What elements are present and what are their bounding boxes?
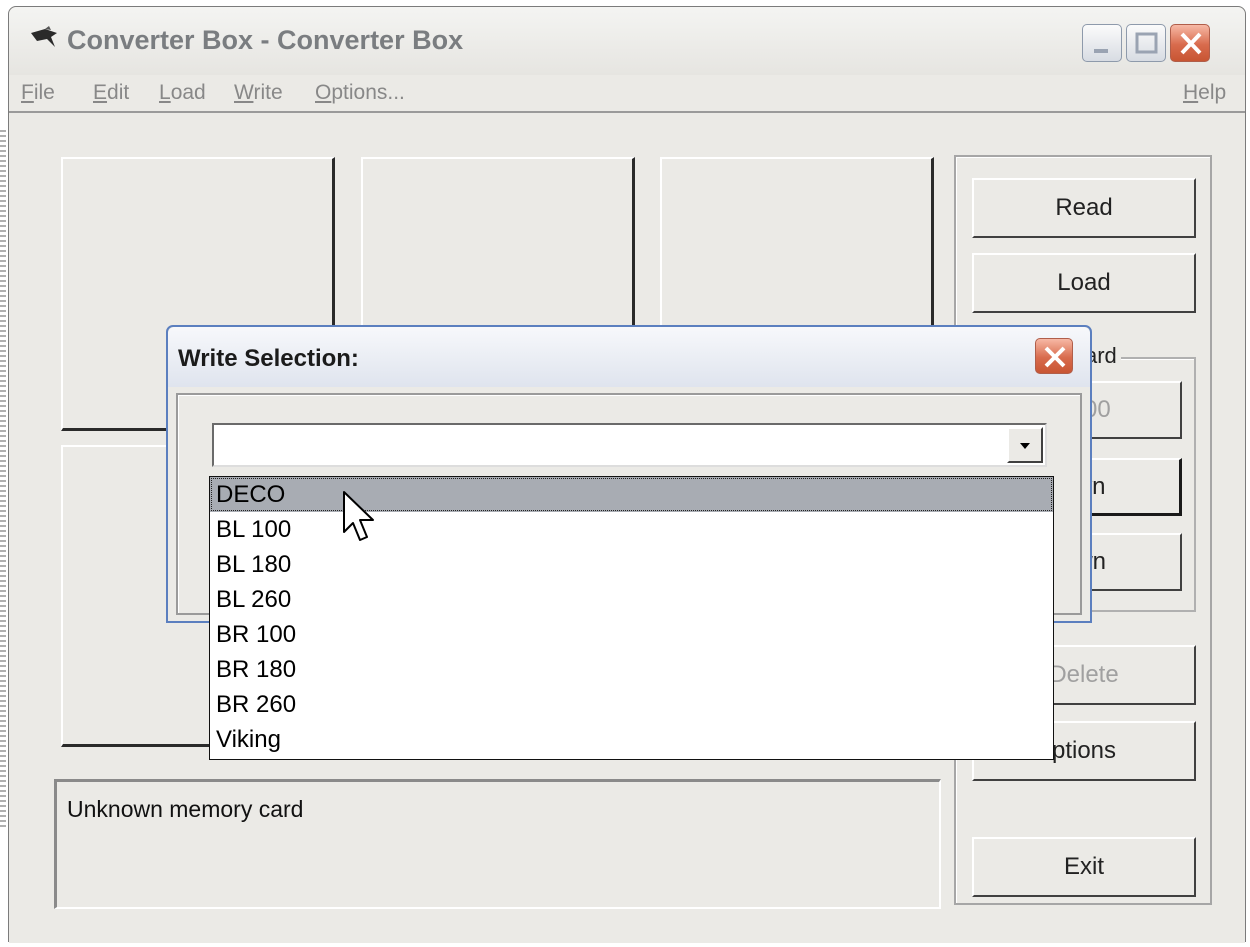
- dropdown-option[interactable]: BR 260: [210, 687, 1053, 722]
- app-icon: [31, 26, 57, 47]
- status-text: Unknown memory card: [67, 796, 304, 822]
- window-title: Converter Box - Converter Box: [67, 25, 464, 55]
- load-button[interactable]: Load: [972, 253, 1196, 313]
- dialog-title-bar[interactable]: Write Selection:: [168, 327, 1090, 387]
- dropdown-list: DECO BL 100 BL 180 BL 260 BR 100 BR 180 BR 260…: [209, 476, 1054, 760]
- dropdown-option[interactable]: DECO: [210, 477, 1053, 512]
- menu-file[interactable]: File: [21, 81, 55, 105]
- mouse-cursor-icon: [343, 491, 374, 541]
- close-icon: [1180, 32, 1202, 55]
- dropdown-arrow-button[interactable]: [1007, 427, 1043, 463]
- background-window-edge: [0, 130, 6, 830]
- dropdown-option[interactable]: Viking: [210, 722, 1053, 757]
- write-selection-combobox[interactable]: [212, 423, 1047, 467]
- dropdown-option[interactable]: BL 100: [210, 512, 1053, 547]
- dialog-close-button[interactable]: [1035, 338, 1073, 374]
- dropdown-option[interactable]: BL 180: [210, 547, 1053, 582]
- menu-bar: File Edit Load Write Options... Help: [9, 75, 1245, 113]
- menu-load[interactable]: Load: [159, 81, 206, 105]
- status-panel: Unknown memory card: [54, 779, 941, 909]
- menu-edit[interactable]: Edit: [93, 81, 129, 105]
- close-button[interactable]: [1170, 24, 1210, 62]
- title-bar[interactable]: Converter Box - Converter Box: [9, 7, 1245, 75]
- dialog-title: Write Selection:: [178, 345, 359, 372]
- menu-options[interactable]: Options...: [315, 81, 405, 105]
- menu-help[interactable]: Help: [1183, 81, 1226, 105]
- maximize-icon: [1135, 32, 1158, 54]
- close-icon: [1044, 346, 1066, 368]
- dropdown-option[interactable]: BL 260: [210, 582, 1053, 617]
- chevron-down-icon: [1020, 443, 1030, 449]
- maximize-button[interactable]: [1126, 24, 1166, 62]
- dropdown-option[interactable]: BR 100: [210, 617, 1053, 652]
- menu-write[interactable]: Write: [234, 81, 283, 105]
- dropdown-option[interactable]: BR 180: [210, 652, 1053, 687]
- minimize-button[interactable]: [1082, 24, 1122, 62]
- minimize-icon: [1094, 49, 1108, 53]
- exit-button[interactable]: Exit: [972, 837, 1196, 897]
- read-button[interactable]: Read: [972, 178, 1196, 238]
